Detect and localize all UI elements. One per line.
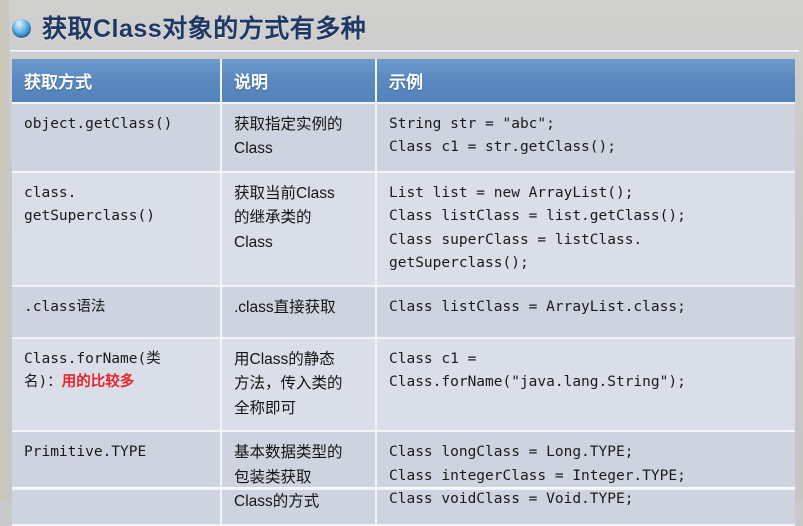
cell-example: String str = "abc"; Class c1 = str.getCl… xyxy=(377,104,795,173)
slide-title-bar: 获取Class对象的方式有多种 xyxy=(0,4,803,50)
table-header-row: 获取方式 说明 示例 xyxy=(12,59,795,104)
table-header: 获取方式 说明 示例 xyxy=(12,59,795,104)
cell-description: 获取当前Class 的继承类的 Class xyxy=(222,172,377,287)
reference-table-wrapper: 获取方式 说明 示例 object.getClass() 获取指定实例的 Cla… xyxy=(12,59,795,526)
cell-description: 获取指定实例的 Class xyxy=(222,104,377,173)
cell-method: Primitive.TYPE xyxy=(12,432,222,526)
table-bottom-edge xyxy=(12,487,795,490)
cell-description: 基本数据类型的 包装类获取 Class的方式 xyxy=(222,432,377,526)
table-row: class. getSuperclass() 获取当前Class 的继承类的 C… xyxy=(12,172,795,287)
method-text: .class语法 xyxy=(24,298,106,315)
column-header-example: 示例 xyxy=(377,59,795,104)
table-row: .class语法 .class直接获取 Class listClass = Ar… xyxy=(12,286,795,339)
title-divider xyxy=(10,50,799,53)
cell-example: List list = new ArrayList(); Class listC… xyxy=(377,172,795,287)
table-body: object.getClass() 获取指定实例的 Class String s… xyxy=(12,104,795,526)
slide-canvas: 获取Class对象的方式有多种 获取方式 说明 示例 object.getCla… xyxy=(0,0,803,526)
cell-description: 用Class的静态 方法，传入类的 全称即可 xyxy=(222,338,377,433)
cell-method: .class语法 xyxy=(12,286,222,339)
method-text: class. getSuperclass() xyxy=(24,184,155,225)
class-retrieval-table: 获取方式 说明 示例 object.getClass() 获取指定实例的 Cla… xyxy=(12,59,795,526)
blue-sphere-bullet-icon xyxy=(12,18,31,38)
table-row: Primitive.TYPE 基本数据类型的 包装类获取 Class的方式 Cl… xyxy=(12,432,795,526)
cell-method: Class.forName(类 名)：用的比较多 xyxy=(12,338,222,433)
page-title: 获取Class对象的方式有多种 xyxy=(42,15,367,43)
cell-example: Class c1 = Class.forName("java.lang.Stri… xyxy=(377,338,795,433)
cell-method: class. getSuperclass() xyxy=(12,172,222,287)
cell-description: .class直接获取 xyxy=(222,286,377,339)
cell-method: object.getClass() xyxy=(12,104,222,173)
table-row: Class.forName(类 名)：用的比较多 用Class的静态 方法，传入… xyxy=(12,338,795,433)
method-emphasis: 用的比较多 xyxy=(61,374,135,391)
table-row: object.getClass() 获取指定实例的 Class String s… xyxy=(12,104,795,173)
method-text: object.getClass() xyxy=(24,116,173,132)
cell-example: Class longClass = Long.TYPE; Class integ… xyxy=(377,432,795,526)
method-text: Primitive.TYPE xyxy=(24,444,147,461)
cell-example: Class listClass = ArrayList.class; xyxy=(377,286,795,339)
column-header-description: 说明 xyxy=(222,59,377,104)
column-header-method: 获取方式 xyxy=(12,59,222,104)
slide-left-accent-band xyxy=(0,0,9,500)
